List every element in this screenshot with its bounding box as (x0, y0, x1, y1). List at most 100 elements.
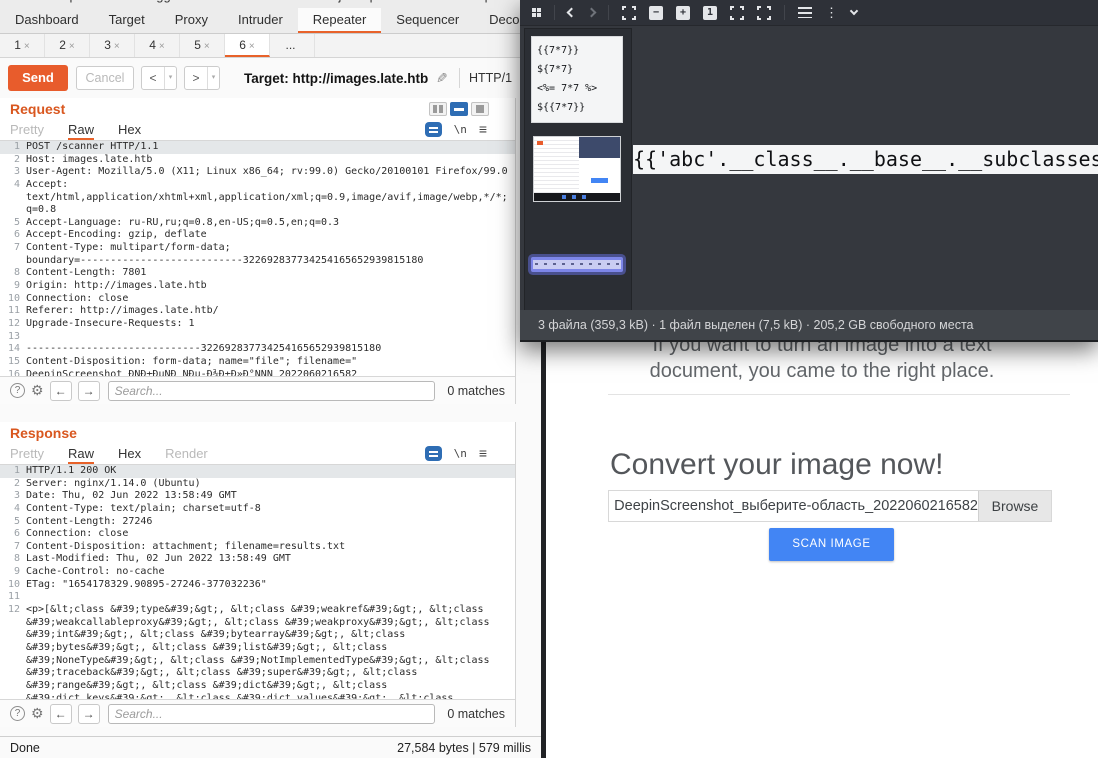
thumbnail-selected-image[interactable] (531, 257, 623, 272)
thumbnail-rows-icon[interactable] (798, 7, 812, 18)
zoom-out-icon[interactable]: − (649, 6, 663, 20)
thumbnail-screenshot-image[interactable] (533, 136, 621, 202)
repeater-tab[interactable]: 3× (90, 34, 135, 57)
repeater-tab[interactable]: 5× (180, 34, 225, 57)
tab-raw[interactable]: Raw (68, 122, 94, 140)
code-line: q=0.8 (0, 204, 515, 217)
history-forward-button[interactable]: > ▾ (184, 66, 220, 90)
close-tab-icon[interactable]: × (204, 41, 210, 52)
zoom-fit-icon[interactable] (622, 6, 636, 20)
newline-toggle-icon[interactable]: \n (454, 447, 467, 460)
code-line: 11 (0, 591, 515, 604)
payload-line: ${7*7} (537, 60, 622, 79)
tab-hex[interactable]: Hex (118, 446, 141, 464)
code-line: 1HTTP/1.1 200 OK (0, 465, 515, 478)
layout-columns-icon[interactable] (429, 102, 447, 116)
module-tab[interactable]: Intruder (223, 8, 298, 33)
close-tab-icon[interactable]: × (249, 41, 255, 52)
response-editor[interactable]: 1HTTP/1.1 200 OK 2Server: nginx/1.14.0 (… (0, 465, 515, 699)
editor-menu-icon[interactable]: ≡ (479, 445, 487, 461)
scan-image-button[interactable]: SCAN IMAGE (769, 528, 894, 561)
response-search-input[interactable] (108, 704, 436, 724)
module-tab[interactable]: Sequencer (381, 8, 474, 33)
code-line: &#39;dict_keys&#39;&gt;, &lt;class &#39;… (0, 693, 515, 699)
thumbnail-payload-image[interactable]: {{7*7}}${7*7}<%= 7*7 %>${{7*7}} (531, 36, 623, 123)
tab-pretty[interactable]: Pretty (10, 446, 44, 464)
edit-pencil-icon[interactable]: ✎ (436, 70, 448, 87)
frameless-icon[interactable] (757, 6, 771, 20)
close-tab-icon[interactable]: × (69, 41, 75, 52)
module-tab-partial[interactable]: User options (446, 0, 519, 6)
close-tab-icon[interactable]: × (114, 41, 120, 52)
more-options-icon[interactable]: ⋮ (825, 8, 838, 18)
repeater-tab[interactable]: 4× (135, 34, 180, 57)
send-button[interactable]: Send (8, 65, 68, 91)
tab-raw[interactable]: Raw (68, 446, 94, 464)
help-icon[interactable]: ? (10, 706, 25, 721)
repeater-tab[interactable]: 6× (225, 34, 270, 57)
code-line: &#39;range&#39;&gt;, &lt;class &#39;dict… (0, 680, 515, 693)
layout-single-icon[interactable] (471, 102, 489, 116)
code-line: 5Accept-Language: ru-RU,ru;q=0.8,en-US;q… (0, 217, 515, 230)
repeater-tab[interactable]: ... (270, 34, 315, 57)
thumbnails-grid-icon[interactable] (532, 8, 541, 17)
chevron-down-icon[interactable]: ▾ (207, 67, 219, 89)
dropdown-chevron-icon[interactable] (850, 7, 858, 15)
layout-switcher (429, 102, 489, 116)
zoom-100-icon[interactable]: 1 (703, 6, 717, 20)
tab-render[interactable]: Render (165, 446, 208, 464)
code-line: 7Content-Disposition: attachment; filena… (0, 541, 515, 554)
code-line: boundary=---------------------------3226… (0, 255, 515, 268)
cancel-button[interactable]: Cancel (76, 66, 134, 90)
tab-hex[interactable]: Hex (118, 122, 141, 140)
search-next-icon[interactable]: → (78, 381, 100, 401)
editor-menu-icon[interactable]: ≡ (479, 121, 487, 137)
chevron-down-icon[interactable]: ▾ (164, 67, 176, 89)
repeater-tab[interactable]: 1× (0, 34, 45, 57)
back-icon[interactable] (567, 8, 577, 18)
repeater-tab[interactable]: 2× (45, 34, 90, 57)
newline-toggle-icon[interactable]: \n (454, 123, 467, 136)
module-tab[interactable]: Dashboard (0, 8, 94, 33)
viewer-toolbar: − + 1 ⋮ (520, 0, 1098, 26)
module-tab[interactable]: Target (94, 8, 160, 33)
viewer-status-bar: 3 файла (359,3 kB) · 1 файл выделен (7,5… (520, 310, 1098, 340)
thumbnail-filmstrip[interactable]: {{7*7}}${7*7}<%= 7*7 %>${{7*7}} (524, 28, 632, 310)
code-line: 6Accept-Encoding: gzip, deflate (0, 229, 515, 242)
search-prev-icon[interactable]: ← (50, 381, 72, 401)
code-line: 2Host: images.late.htb (0, 154, 515, 167)
request-search-input[interactable] (108, 381, 436, 401)
code-line: 8Content-Length: 7801 (0, 267, 515, 280)
ssti-payload-text: {{'abc'.__class__.__base__.__subclasses_… (633, 147, 1098, 171)
browse-button[interactable]: Browse (978, 491, 1051, 521)
module-tab-partial[interactable]: Logger (142, 0, 182, 6)
module-tab-partial[interactable]: Comparer (42, 0, 100, 6)
zoom-in-icon[interactable]: + (676, 6, 690, 20)
search-prev-icon[interactable]: ← (50, 704, 72, 724)
http-version-label[interactable]: HTTP/1 (469, 71, 512, 85)
code-line: 9Origin: http://images.late.htb (0, 280, 515, 293)
close-tab-icon[interactable]: × (24, 41, 30, 52)
module-tab[interactable]: Repeater (298, 8, 381, 33)
code-line: 2Server: nginx/1.14.0 (Ubuntu) (0, 478, 515, 491)
search-next-icon[interactable]: → (78, 704, 100, 724)
module-tab-partial[interactable]: Project options (318, 0, 404, 6)
module-tab[interactable]: Proxy (160, 8, 223, 33)
pretty-print-icon[interactable] (425, 446, 442, 461)
close-tab-icon[interactable]: × (159, 41, 165, 52)
gear-icon[interactable]: ⚙ (31, 705, 44, 722)
tab-pretty[interactable]: Pretty (10, 122, 44, 140)
code-line: 12Upgrade-Insecure-Requests: 1 (0, 318, 515, 331)
fullscreen-icon[interactable] (730, 6, 744, 20)
gear-icon[interactable]: ⚙ (31, 382, 44, 399)
code-line: &#39;traceback&#39;&gt;, &lt;class &#39;… (0, 667, 515, 680)
layout-rows-icon[interactable] (450, 102, 468, 116)
pretty-print-icon[interactable] (425, 122, 442, 137)
module-tab-partial[interactable]: Extender (224, 0, 276, 6)
request-editor[interactable]: 1POST /scanner HTTP/1.1 2Host: images.la… (0, 141, 515, 376)
file-upload-field[interactable]: DeepinScreenshot_выберите-область_202206… (608, 490, 1052, 522)
main-image-view[interactable]: {{'abc'.__class__.__base__.__subclasses_… (633, 145, 1098, 174)
history-back-button[interactable]: < ▾ (141, 66, 177, 90)
forward-icon[interactable] (587, 8, 597, 18)
help-icon[interactable]: ? (10, 383, 25, 398)
